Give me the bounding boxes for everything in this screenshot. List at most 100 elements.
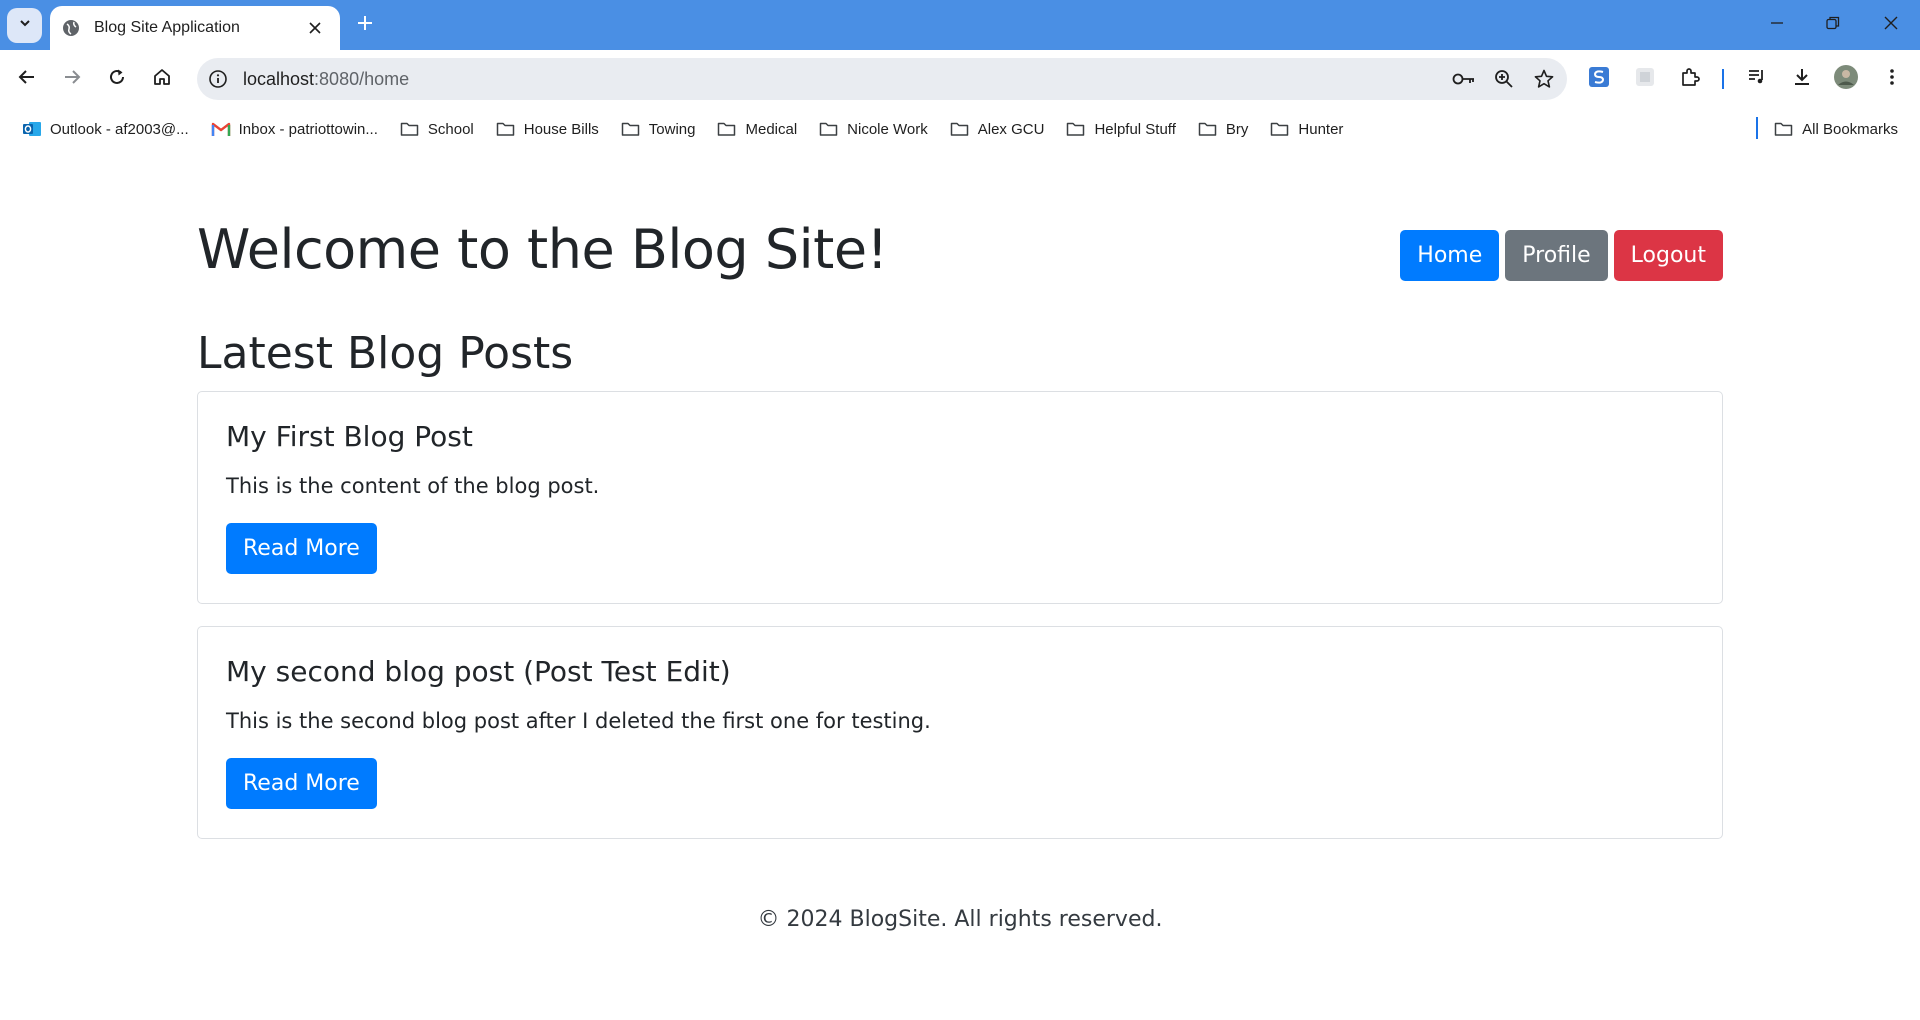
arrow-left-icon (18, 68, 36, 91)
bookmark-folder-hunter[interactable]: Hunter (1262, 113, 1351, 145)
extension-grey-button[interactable] (1629, 63, 1661, 95)
plus-icon (357, 15, 373, 36)
section-title: Latest Blog Posts (197, 328, 574, 379)
site-info-icon[interactable] (203, 64, 233, 94)
read-more-button[interactable]: Read More (226, 758, 377, 809)
bookmark-outlook[interactable]: Outlook - af2003@... (14, 113, 197, 145)
blog-post-card: My second blog post (Post Test Edit) Thi… (197, 626, 1723, 839)
globe-icon (62, 19, 80, 37)
downloads-button[interactable] (1786, 63, 1818, 95)
bookmark-label: Towing (648, 120, 696, 138)
folder-icon (717, 120, 737, 138)
restore-button[interactable] (1816, 10, 1850, 40)
folder-icon (819, 120, 839, 138)
address-bar[interactable]: localhost:8080/home (197, 58, 1567, 100)
bookmarks-divider (1756, 117, 1758, 139)
blog-post-card: My First Blog Post This is the content o… (197, 391, 1723, 604)
extension-placeholder-icon (1634, 66, 1656, 93)
folder-icon (1198, 120, 1218, 138)
avatar-icon (1833, 64, 1859, 95)
extensions-button[interactable] (1674, 63, 1706, 95)
bookmark-label: Outlook - af2003@... (50, 120, 189, 138)
url-host: localhost (243, 68, 315, 89)
zoom-icon[interactable] (1487, 62, 1521, 96)
folder-icon (950, 120, 970, 138)
toolbar-divider (1722, 69, 1724, 89)
folder-icon (1066, 120, 1086, 138)
url-text[interactable]: localhost:8080/home (243, 69, 1447, 90)
folder-icon (1774, 120, 1794, 138)
footer-copyright: © 2024 BlogSite. All rights reserved. (757, 907, 1163, 932)
close-tab-icon[interactable] (304, 17, 326, 39)
close-icon (1884, 16, 1898, 35)
extension-s-button[interactable] (1583, 63, 1615, 95)
bookmark-folder-house-bills[interactable]: House Bills (488, 113, 607, 145)
all-bookmarks-label: All Bookmarks (1802, 120, 1898, 138)
profile-button[interactable]: Profile (1505, 230, 1608, 281)
page-title: Welcome to the Blog Site! (197, 218, 888, 281)
browser-menu-button[interactable] (1876, 63, 1908, 95)
tab-search-button[interactable] (7, 8, 42, 43)
header-nav: Home Profile Logout (1400, 230, 1723, 281)
browser-toolbar: localhost:8080/home (0, 50, 1920, 108)
bookmark-folder-bry[interactable]: Bry (1190, 113, 1257, 145)
browser-tab[interactable]: Blog Site Application (50, 6, 340, 50)
bookmark-label: School (427, 120, 474, 138)
bookmark-label: Hunter (1298, 120, 1344, 138)
logout-button[interactable]: Logout (1613, 230, 1723, 281)
gmail-icon (211, 120, 231, 138)
minimize-icon (1770, 16, 1784, 35)
folder-icon (400, 120, 420, 138)
folder-icon (496, 120, 516, 138)
bookmark-folder-helpful-stuff[interactable]: Helpful Stuff (1058, 113, 1183, 145)
folder-icon (1270, 120, 1290, 138)
profile-avatar-button[interactable] (1830, 63, 1862, 95)
back-button[interactable] (11, 63, 43, 95)
media-control-button[interactable] (1741, 63, 1773, 95)
bookmark-label: Bry (1225, 120, 1249, 138)
post-title: My second blog post (Post Test Edit) (226, 655, 731, 688)
forward-button[interactable] (56, 63, 88, 95)
minimize-button[interactable] (1760, 10, 1794, 40)
bookmark-label: Inbox - patriottowin... (238, 120, 378, 138)
bookmark-label: Alex GCU (977, 120, 1045, 138)
bookmark-gmail[interactable]: Inbox - patriottowin... (203, 113, 386, 145)
post-title: My First Blog Post (226, 420, 473, 453)
tab-strip: Blog Site Application (0, 0, 1920, 50)
url-path: :8080/home (314, 68, 410, 89)
new-tab-button[interactable] (352, 12, 378, 38)
restore-icon (1826, 16, 1840, 35)
bookmarks-bar: Outlook - af2003@... Inbox - patriottowi… (0, 108, 1920, 150)
more-vertical-icon (1889, 68, 1895, 91)
read-more-button[interactable]: Read More (226, 523, 377, 574)
bookmark-label: House Bills (523, 120, 599, 138)
extension-s-icon (1588, 66, 1610, 93)
reload-button[interactable] (101, 63, 133, 95)
bookmark-label: Nicole Work (847, 120, 928, 138)
post-content: This is the content of the blog post. (226, 474, 600, 498)
bookmark-folder-nicole-work[interactable]: Nicole Work (811, 113, 936, 145)
home-button[interactable]: Home (1400, 230, 1500, 281)
home-button[interactable] (146, 63, 178, 95)
puzzle-icon (1680, 67, 1700, 92)
folder-icon (621, 120, 641, 138)
home-icon (153, 68, 171, 91)
outlook-icon (22, 120, 42, 138)
chevron-down-icon (18, 16, 32, 35)
page-content: Welcome to the Blog Site! Home Profile L… (0, 150, 1920, 1020)
star-bookmark-icon[interactable] (1527, 62, 1561, 96)
tab-title: Blog Site Application (94, 19, 240, 36)
download-icon (1792, 67, 1812, 92)
arrow-right-icon (63, 68, 81, 91)
all-bookmarks-button[interactable]: All Bookmarks (1766, 113, 1906, 145)
bookmark-folder-alex-gcu[interactable]: Alex GCU (942, 113, 1053, 145)
reload-icon (108, 68, 126, 91)
bookmark-label: Medical (745, 120, 798, 138)
bookmark-folder-medical[interactable]: Medical (709, 113, 805, 145)
music-queue-icon (1747, 67, 1767, 92)
bookmark-label: Helpful Stuff (1094, 120, 1176, 138)
bookmark-folder-towing[interactable]: Towing (613, 113, 704, 145)
close-window-button[interactable] (1874, 10, 1908, 40)
bookmark-folder-school[interactable]: School (392, 113, 482, 145)
password-key-icon[interactable] (1447, 62, 1481, 96)
